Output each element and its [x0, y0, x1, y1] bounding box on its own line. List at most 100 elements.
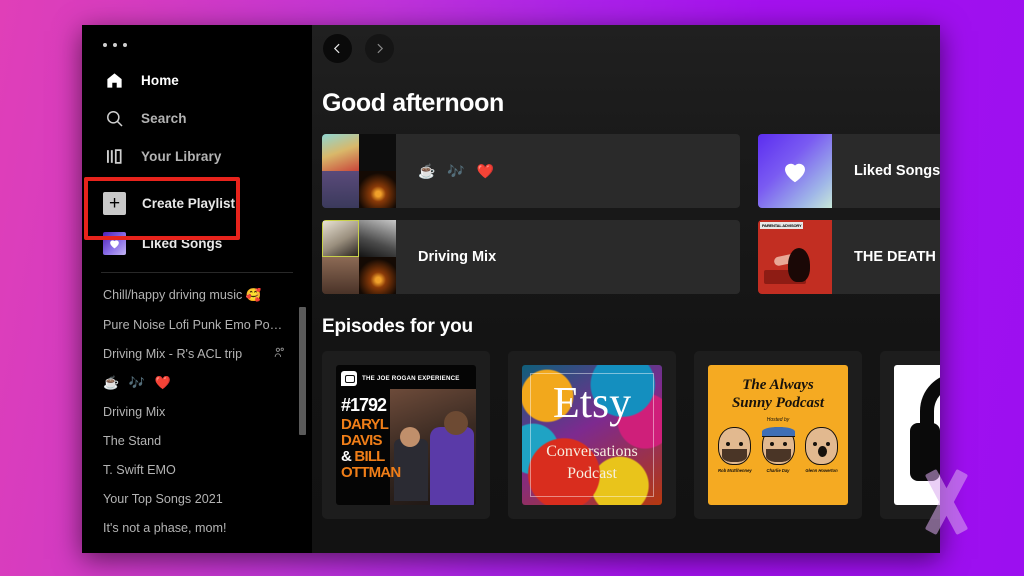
sidebar-divider	[101, 272, 293, 273]
art-tile	[359, 257, 396, 294]
headphones-icon	[894, 365, 940, 505]
show-name: THE JOE ROGAN EXPERIENCE	[362, 375, 460, 382]
sidebar: Home Search Your Library + Create Playli…	[82, 25, 312, 553]
more-options-icon[interactable]	[82, 31, 312, 55]
list-item[interactable]: Chill/happy driving music 🥰	[82, 281, 312, 310]
list-item[interactable]: T. Swift EMO	[82, 455, 312, 484]
guest-line-4: OTTMAN	[341, 464, 401, 481]
episode-card-always-sunny[interactable]: The Always Sunny Podcast Hosted by Rob M…	[694, 351, 862, 519]
playlist-name: ☕ 🎶 ❤️	[103, 374, 174, 390]
host-portraits: Rob McElhenney Charlie Day Glenn Howerto…	[718, 427, 838, 473]
face-icon	[761, 427, 795, 465]
create-playlist-label: Create Playlist	[142, 195, 236, 211]
collaborative-icon	[273, 346, 286, 362]
sidebar-item-search[interactable]: Search	[82, 99, 312, 137]
episode-card-joe-rogan[interactable]: THE JOE ROGAN EXPERIENCE #1792 DARYL DAV…	[322, 351, 490, 519]
shortcut-card-title: ☕ 🎶 ❤️	[418, 162, 499, 179]
playlist-emoji: 🥰	[245, 288, 262, 302]
sidebar-item-home[interactable]: Home	[82, 61, 312, 99]
shortcut-card-title: Liked Songs	[854, 163, 940, 179]
host-portrait: Charlie Day	[761, 427, 795, 473]
episode-art: THE JOE ROGAN EXPERIENCE #1792 DARYL DAV…	[336, 365, 476, 505]
sidebar-item-label: Home	[141, 72, 179, 88]
scrollbar-thumb[interactable]	[299, 307, 306, 435]
art-tile	[322, 257, 359, 294]
liked-songs-art	[758, 134, 832, 208]
shortcut-card-emoji-playlist[interactable]: ☕ 🎶 ❤️	[322, 134, 740, 208]
playlist-name: Pure Noise Lofi Punk Emo Pop P...	[103, 317, 286, 332]
list-item[interactable]: Driving Mix	[82, 397, 312, 426]
list-item[interactable]: Driving Mix - R's ACL trip	[82, 339, 312, 368]
spotify-window: Home Search Your Library + Create Playli…	[82, 25, 940, 553]
face-icon	[805, 427, 838, 465]
liked-songs-button[interactable]: Liked Songs	[82, 223, 312, 263]
explicit-badge: PARENTAL ADVISORY	[760, 222, 804, 229]
podcast-logo-icon	[341, 371, 357, 386]
playlist-name: It's not a phase, mom!	[103, 520, 227, 535]
episode-art	[894, 365, 940, 505]
episode-art: The Always Sunny Podcast Hosted by Rob M…	[708, 365, 848, 505]
guest-line-1: DARYL	[341, 416, 389, 433]
list-item[interactable]: Pure Noise Lofi Punk Emo Pop P...	[82, 310, 312, 339]
episode-photo	[390, 389, 476, 505]
podcast-title-line-1: The Always	[742, 377, 814, 393]
playlist-name: Chill/happy driving music	[103, 288, 243, 302]
podcast-subtitle-1: Conversations	[546, 443, 638, 460]
episode-card-etsy[interactable]: Etsy Conversations Podcast	[508, 351, 676, 519]
plus-icon: +	[103, 191, 126, 215]
list-item[interactable]: The Stand	[82, 426, 312, 455]
guest-line-3: & BILL	[341, 448, 385, 465]
screenshot-root: Home Search Your Library + Create Playli…	[0, 0, 1024, 576]
art-tile	[359, 134, 396, 171]
sidebar-item-label: Search	[141, 110, 187, 126]
heart-icon	[103, 231, 126, 255]
list-item[interactable]: It's not a phase, mom!	[82, 513, 312, 542]
art-tile	[322, 171, 359, 208]
art-tile	[359, 220, 396, 257]
episode-card-headphones[interactable]	[880, 351, 940, 519]
podcast-subtitle-2: Podcast	[567, 465, 617, 482]
art-tile	[322, 134, 359, 171]
hosted-by-label: Hosted by	[766, 417, 790, 423]
home-icon	[103, 69, 125, 91]
sidebar-item-your-library[interactable]: Your Library	[82, 137, 312, 175]
host-name: Rob McElhenney	[718, 468, 752, 473]
main-content: Good afternoon ☕ 🎶 ❤️ Liked Songs Drivin…	[312, 25, 940, 553]
liked-songs-label: Liked Songs	[142, 235, 223, 251]
heart-icon	[785, 163, 805, 183]
library-icon	[103, 145, 125, 167]
playlist-name: T. Swift EMO	[103, 462, 176, 477]
host-portrait: Glenn Howerton	[805, 427, 838, 473]
shortcut-grid: ☕ 🎶 ❤️ Liked Songs Driving Mix PARENTAL …	[312, 134, 940, 294]
podcast-title-line-2: Sunny Podcast	[731, 395, 825, 411]
back-button[interactable]	[323, 33, 352, 63]
shortcut-card-the-death[interactable]: PARENTAL ADVISORY THE DEATH	[758, 220, 940, 294]
dot	[103, 43, 107, 47]
dot	[123, 43, 127, 47]
sidebar-scrollbar[interactable]	[299, 279, 306, 553]
playlist-name: Driving Mix - R's ACL trip	[103, 346, 243, 361]
art-tile	[359, 171, 396, 208]
search-icon	[103, 107, 125, 129]
forward-button[interactable]	[365, 33, 394, 63]
list-item[interactable]: Your Top Songs 2021	[82, 484, 312, 513]
sidebar-item-label: Your Library	[141, 148, 222, 164]
section-title-episodes: Episodes for you	[322, 316, 473, 337]
face-icon	[718, 427, 751, 465]
list-item[interactable]: ☕ 🎶 ❤️	[82, 368, 312, 397]
library-actions: + Create Playlist Liked Songs	[82, 183, 312, 263]
guest-line-2: DAVIS	[341, 432, 383, 449]
shortcut-card-title: THE DEATH	[854, 249, 936, 265]
shortcut-card-title: Driving Mix	[418, 249, 497, 265]
create-playlist-button[interactable]: + Create Playlist	[82, 183, 312, 223]
art-tile	[322, 220, 359, 257]
shortcut-card-driving-mix[interactable]: Driving Mix	[322, 220, 740, 294]
playlist-list[interactable]: Chill/happy driving music 🥰 Pure Noise L…	[82, 279, 312, 553]
shortcut-card-liked-songs[interactable]: Liked Songs	[758, 134, 940, 208]
album-art-mosaic	[322, 220, 396, 294]
page-title: Good afternoon	[322, 89, 504, 117]
episode-art: Etsy Conversations Podcast	[522, 365, 662, 505]
playlist-name: Your Top Songs 2021	[103, 491, 223, 506]
host-portrait: Rob McElhenney	[718, 427, 752, 473]
dot	[113, 43, 117, 47]
